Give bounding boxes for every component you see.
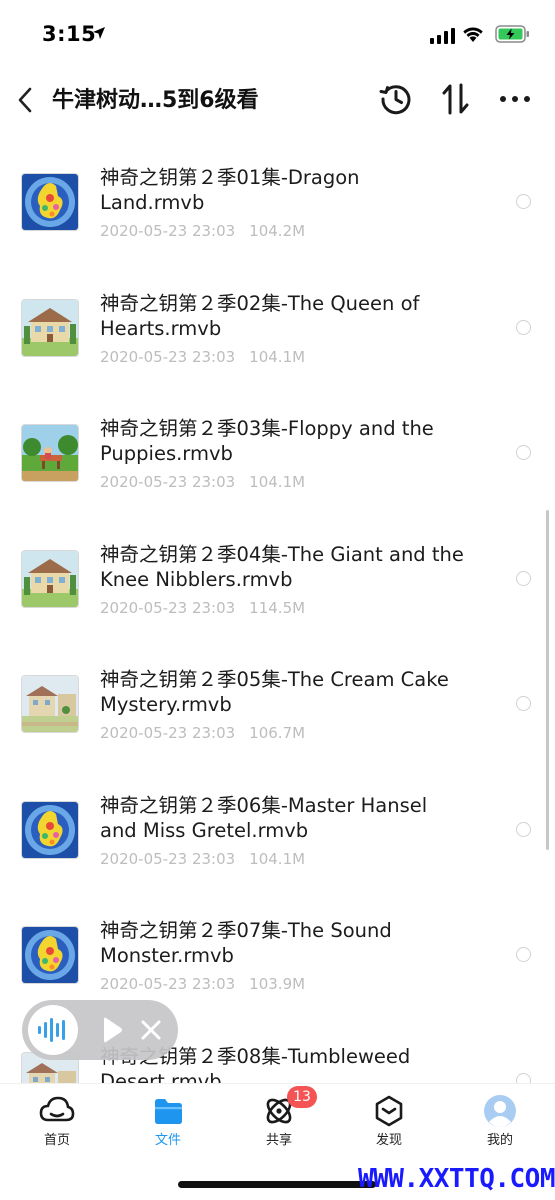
- tab-discover[interactable]: 发现: [349, 1092, 429, 1152]
- file-name: 神奇之钥第２季04集-The Giant and the Knee Nibble…: [100, 542, 464, 591]
- select-checkbox[interactable]: [516, 194, 531, 209]
- video-thumbnail: [22, 174, 78, 230]
- sort-arrows-icon[interactable]: [439, 81, 473, 117]
- file-row[interactable]: 神奇之钥第２季06集-Master Hansel and Miss Gretel…: [0, 768, 555, 893]
- tab-share-label: 共享: [265, 1133, 292, 1148]
- file-size: 104.1M: [249, 849, 306, 868]
- file-row[interactable]: 神奇之钥第２季02集-The Queen of Hearts.rmvb 2020-…: [0, 266, 555, 391]
- file-row[interactable]: 神奇之钥第２季04集-The Giant and the Knee Nibble…: [0, 517, 555, 642]
- close-icon[interactable]: [140, 1019, 162, 1041]
- watermark: WWW.XXTTQ.COM: [358, 1164, 555, 1194]
- back-chevron-icon[interactable]: [10, 80, 40, 120]
- navigation-header: 牛津树动…5到6级看: [0, 70, 555, 130]
- audio-wave-icon: [38, 1018, 65, 1042]
- scrollbar[interactable]: [546, 510, 549, 850]
- battery-charging-icon: [495, 25, 529, 43]
- share-badge: 13: [287, 1086, 317, 1108]
- file-size: 104.2M: [249, 222, 306, 240]
- history-clock-icon[interactable]: [378, 81, 414, 117]
- cellular-signal-icon: [430, 28, 455, 44]
- file-date: 2020-05-23 23:03: [100, 849, 236, 868]
- video-thumbnail: [22, 425, 78, 481]
- tab-home-label: 首页: [43, 1133, 70, 1148]
- select-checkbox[interactable]: [516, 445, 531, 460]
- tab-profile[interactable]: 我的: [460, 1092, 540, 1152]
- file-name: 神奇之钥第２季01集-Dragon Land.rmvb: [100, 166, 360, 214]
- cloud-icon: [39, 1096, 75, 1122]
- video-thumbnail: [22, 801, 78, 858]
- file-size: 114.5M: [249, 598, 306, 617]
- file-meta: 2020-05-23 23:03 106.7M: [100, 724, 305, 742]
- floating-audio-player: [22, 1000, 178, 1060]
- home-indicator[interactable]: [178, 1181, 376, 1188]
- select-checkbox[interactable]: [516, 570, 531, 586]
- tab-files-label: 文件: [154, 1133, 181, 1148]
- tab-home[interactable]: 首页: [17, 1092, 97, 1152]
- file-name: 神奇之钥第２季02集-The Queen of Hearts.rmvb: [100, 291, 420, 340]
- file-row[interactable]: 神奇之钥第２季03集-Floppy and the Puppies.rmvb 20…: [0, 391, 555, 516]
- play-icon[interactable]: [100, 1016, 124, 1044]
- file-date: 2020-05-23 23:03: [100, 222, 236, 240]
- select-checkbox[interactable]: [516, 1072, 531, 1083]
- file-name: 神奇之钥第２季05集-The Cream Cake Mystery.rmvb: [100, 668, 449, 716]
- location-arrow-icon: [93, 27, 105, 39]
- file-size: 104.1M: [249, 473, 306, 491]
- select-checkbox[interactable]: [516, 821, 531, 837]
- file-row[interactable]: 神奇之钥第２季01集-Dragon Land.rmvb 2020-05-23 23…: [0, 140, 555, 265]
- folder-icon: [155, 1099, 182, 1124]
- video-thumbnail: [22, 676, 78, 732]
- tab-profile-label: 我的: [486, 1133, 513, 1148]
- file-date: 2020-05-23 23:03: [100, 598, 236, 617]
- file-meta: 2020-05-23 23:03 104.2M: [100, 222, 305, 240]
- file-size: 106.7M: [249, 724, 306, 742]
- file-size: 104.1M: [249, 347, 306, 366]
- discover-icon: [375, 1095, 403, 1127]
- status-bar: 3:15: [0, 0, 555, 70]
- file-list[interactable]: 神奇之钥第２季01集-Dragon Land.rmvb 2020-05-23 23…: [0, 140, 555, 1083]
- file-name: 神奇之钥第２季03集-Floppy and the Puppies.rmvb: [100, 417, 434, 465]
- video-thumbnail: [22, 927, 78, 983]
- file-size: 103.9M: [249, 975, 306, 993]
- file-date: 2020-05-23 23:03: [100, 347, 236, 366]
- more-options-icon[interactable]: [498, 82, 532, 116]
- file-date: 2020-05-23 23:03: [100, 473, 236, 491]
- select-checkbox[interactable]: [516, 696, 531, 711]
- wifi-icon: [463, 27, 483, 42]
- file-date: 2020-05-23 23:03: [100, 975, 236, 993]
- file-meta: 2020-05-23 23:03 104.1M: [100, 850, 305, 868]
- page-title: 牛津树动…5到6级看: [52, 88, 259, 113]
- audio-wave-button[interactable]: [28, 1005, 78, 1055]
- file-meta: 2020-05-23 23:03 114.5M: [100, 599, 305, 617]
- tab-files[interactable]: 文件: [128, 1092, 208, 1152]
- video-thumbnail: [22, 299, 78, 356]
- select-checkbox[interactable]: [516, 319, 531, 335]
- video-thumbnail: [22, 550, 78, 607]
- file-meta: 2020-05-23 23:03 104.1M: [100, 348, 305, 366]
- tab-share[interactable]: 13 共享: [239, 1086, 319, 1152]
- avatar-icon: [484, 1095, 516, 1127]
- file-row[interactable]: 神奇之钥第２季05集-The Cream Cake Mystery.rmvb 20…: [0, 642, 555, 767]
- file-name: 神奇之钥第２季07集-The Sound Monster.rmvb: [100, 919, 392, 967]
- file-name: 神奇之钥第２季06集-Master Hansel and Miss Gretel…: [100, 793, 428, 842]
- status-time: 3:15: [42, 22, 97, 46]
- file-date: 2020-05-23 23:03: [100, 724, 236, 742]
- select-checkbox[interactable]: [516, 947, 531, 962]
- file-meta: 2020-05-23 23:03 103.9M: [100, 975, 305, 993]
- tab-discover-label: 发现: [375, 1133, 402, 1148]
- file-meta: 2020-05-23 23:03 104.1M: [100, 473, 305, 491]
